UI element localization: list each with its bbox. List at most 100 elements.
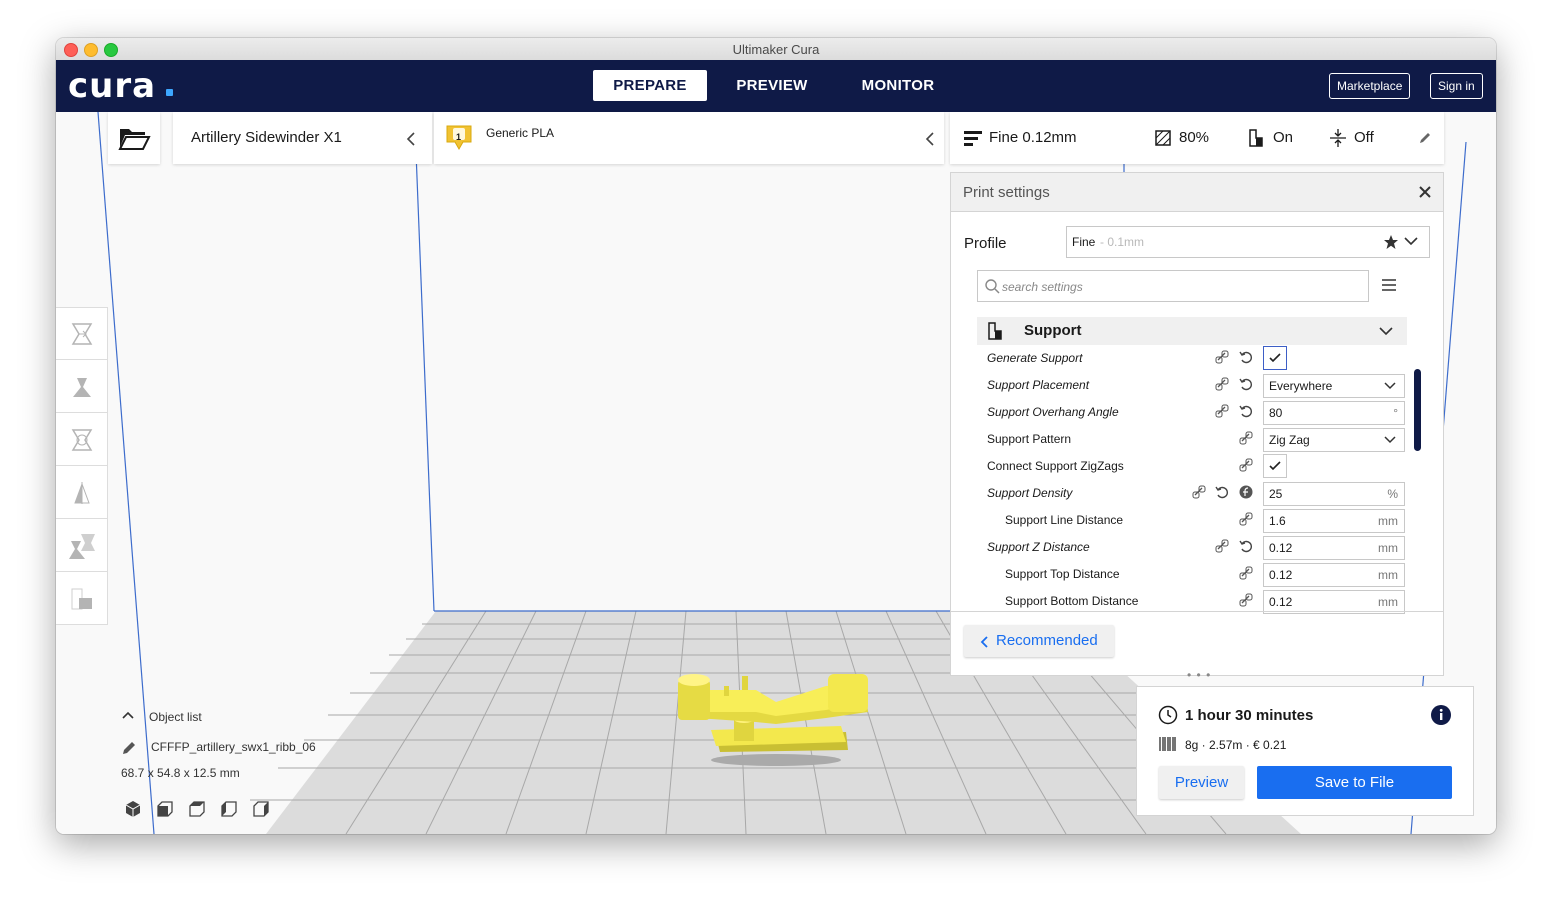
link-icon	[1239, 458, 1253, 472]
top-view-icon[interactable]	[188, 800, 206, 818]
menu-icon[interactable]	[1382, 279, 1396, 291]
support-density-input[interactable]: 25 %	[1263, 482, 1405, 506]
input-value: 0.12	[1269, 541, 1293, 555]
profile-hint: - 0.1mm	[1100, 235, 1145, 249]
info-icon[interactable]	[1431, 705, 1451, 725]
connect-zigzags-checkbox[interactable]	[1263, 454, 1287, 478]
support-pattern-select[interactable]: Zig Zag	[1263, 428, 1405, 452]
tab-monitor[interactable]: MONITOR	[841, 70, 955, 101]
input-unit: mm	[1378, 568, 1398, 582]
support-line-distance-input[interactable]: 1.6 mm	[1263, 509, 1405, 533]
setting-row: Connect Support ZigZags	[987, 453, 1407, 480]
print-setup-summary[interactable]: Fine 0.12mm 80% On Off	[950, 112, 1444, 164]
link-icon	[1239, 431, 1253, 445]
select-value: Everywhere	[1269, 379, 1333, 393]
move-tool-button[interactable]	[56, 308, 108, 360]
support-top-distance-input[interactable]: 0.12 mm	[1263, 563, 1405, 587]
mirror-tool-icon	[74, 481, 90, 504]
input-value: 25	[1269, 487, 1283, 501]
search-icon	[985, 279, 1000, 294]
chevron-up-icon[interactable]	[122, 711, 134, 719]
object-dimensions: 68.7 x 54.8 x 12.5 mm	[121, 766, 240, 780]
support-placement-select[interactable]: Everywhere	[1263, 374, 1405, 398]
setting-label: Support Z Distance	[987, 540, 1090, 554]
open-file-button[interactable]	[108, 112, 160, 164]
preview-button[interactable]: Preview	[1159, 766, 1244, 799]
rotate-tool-button[interactable]	[56, 414, 108, 466]
pencil-icon[interactable]	[121, 740, 137, 756]
infill-summary: 80%	[1179, 129, 1210, 146]
marketplace-button[interactable]: Marketplace	[1329, 73, 1411, 99]
chevron-left-icon	[406, 132, 415, 146]
tab-prepare[interactable]: PREPARE	[593, 70, 707, 101]
folder-icon	[118, 129, 151, 150]
setting-row: Support Density 25 %	[987, 480, 1407, 507]
reset-icon[interactable]	[1239, 377, 1253, 391]
input-value: 0.12	[1269, 568, 1293, 582]
tool-toolbar	[56, 307, 108, 625]
chevron-down-icon	[1384, 436, 1396, 444]
profile-value: Fine	[1072, 235, 1096, 249]
pencil-icon[interactable]	[1418, 131, 1432, 145]
recommended-button[interactable]: Recommended	[964, 625, 1114, 657]
top-header: cura PREPARE PREVIEW MONITOR Marketplace…	[56, 60, 1496, 112]
object-name: CFFFP_artillery_swx1_ribb_06	[151, 740, 316, 754]
left-view-icon[interactable]	[220, 800, 238, 818]
reset-icon[interactable]	[1239, 350, 1253, 364]
print-estimate-panel: 1 hour 30 minutes 8g · 2.57m · € 0.21 Pr…	[1136, 686, 1474, 816]
scale-tool-button[interactable]	[56, 361, 108, 413]
category-label: Support	[1024, 322, 1082, 339]
link-icon	[1215, 350, 1229, 364]
star-icon	[1384, 235, 1398, 249]
title-bar: Ultimaker Cura	[56, 38, 1496, 61]
extruder-index: 1	[456, 132, 462, 142]
print-settings-title: Print settings	[963, 184, 1050, 201]
setting-row: Support Z Distance 0.12 mm	[987, 534, 1407, 561]
per-model-settings-icon	[69, 533, 95, 559]
tab-preview[interactable]: PREVIEW	[715, 70, 829, 101]
setting-row: Support Pattern Zig Zag	[987, 426, 1407, 453]
setting-label: Support Overhang Angle	[987, 405, 1119, 419]
link-icon	[1215, 539, 1229, 553]
function-icon[interactable]	[1239, 485, 1253, 499]
input-unit: °	[1393, 406, 1398, 420]
overhang-angle-input[interactable]: 80 °	[1263, 401, 1405, 425]
panel-resize-handle[interactable]: • • •	[1187, 668, 1211, 682]
chevron-down-icon	[1404, 237, 1418, 246]
material-selector[interactable]: 1 Generic PLA	[434, 112, 944, 164]
close-icon[interactable]	[1418, 185, 1432, 199]
object-list-title[interactable]: Object list	[149, 710, 202, 724]
setting-row: Support Placement Everywhere	[987, 372, 1407, 399]
profile-dropdown[interactable]: Fine - 0.1mm	[1066, 226, 1430, 258]
setting-label: Support Placement	[987, 378, 1090, 392]
link-icon	[1239, 512, 1253, 526]
reset-icon[interactable]	[1215, 485, 1229, 499]
setting-label: Support Bottom Distance	[1005, 594, 1139, 608]
right-view-icon[interactable]	[252, 800, 270, 818]
support-blocker-button[interactable]	[56, 573, 108, 625]
search-settings-input[interactable]: search settings	[977, 270, 1369, 302]
generate-support-checkbox[interactable]	[1263, 346, 1287, 370]
printer-selector[interactable]: Artillery Sidewinder X1	[173, 112, 432, 164]
reset-icon[interactable]	[1239, 539, 1253, 553]
profile-icon	[964, 131, 982, 146]
link-icon	[1192, 485, 1206, 499]
per-model-settings-button[interactable]	[56, 520, 108, 572]
front-view-icon[interactable]	[156, 800, 174, 818]
sign-in-button[interactable]: Sign in	[1430, 73, 1483, 99]
rotate-tool-icon	[71, 428, 93, 451]
support-z-distance-input[interactable]: 0.12 mm	[1263, 536, 1405, 560]
support-category-header[interactable]: Support	[977, 317, 1407, 345]
setting-label: Support Line Distance	[1005, 513, 1124, 527]
cura-logo: cura	[68, 66, 157, 106]
reset-icon[interactable]	[1239, 404, 1253, 418]
setting-label: Support Top Distance	[1005, 567, 1120, 581]
save-to-file-button[interactable]: Save to File	[1257, 766, 1452, 799]
clock-icon	[1158, 705, 1178, 725]
adhesion-summary: Off	[1354, 129, 1374, 146]
chevron-down-icon	[1379, 327, 1393, 336]
settings-scrollbar[interactable]	[1414, 369, 1421, 451]
print-settings-header: Print settings	[951, 173, 1443, 212]
3d-view-icon[interactable]	[124, 800, 142, 818]
mirror-tool-button[interactable]	[56, 467, 108, 519]
